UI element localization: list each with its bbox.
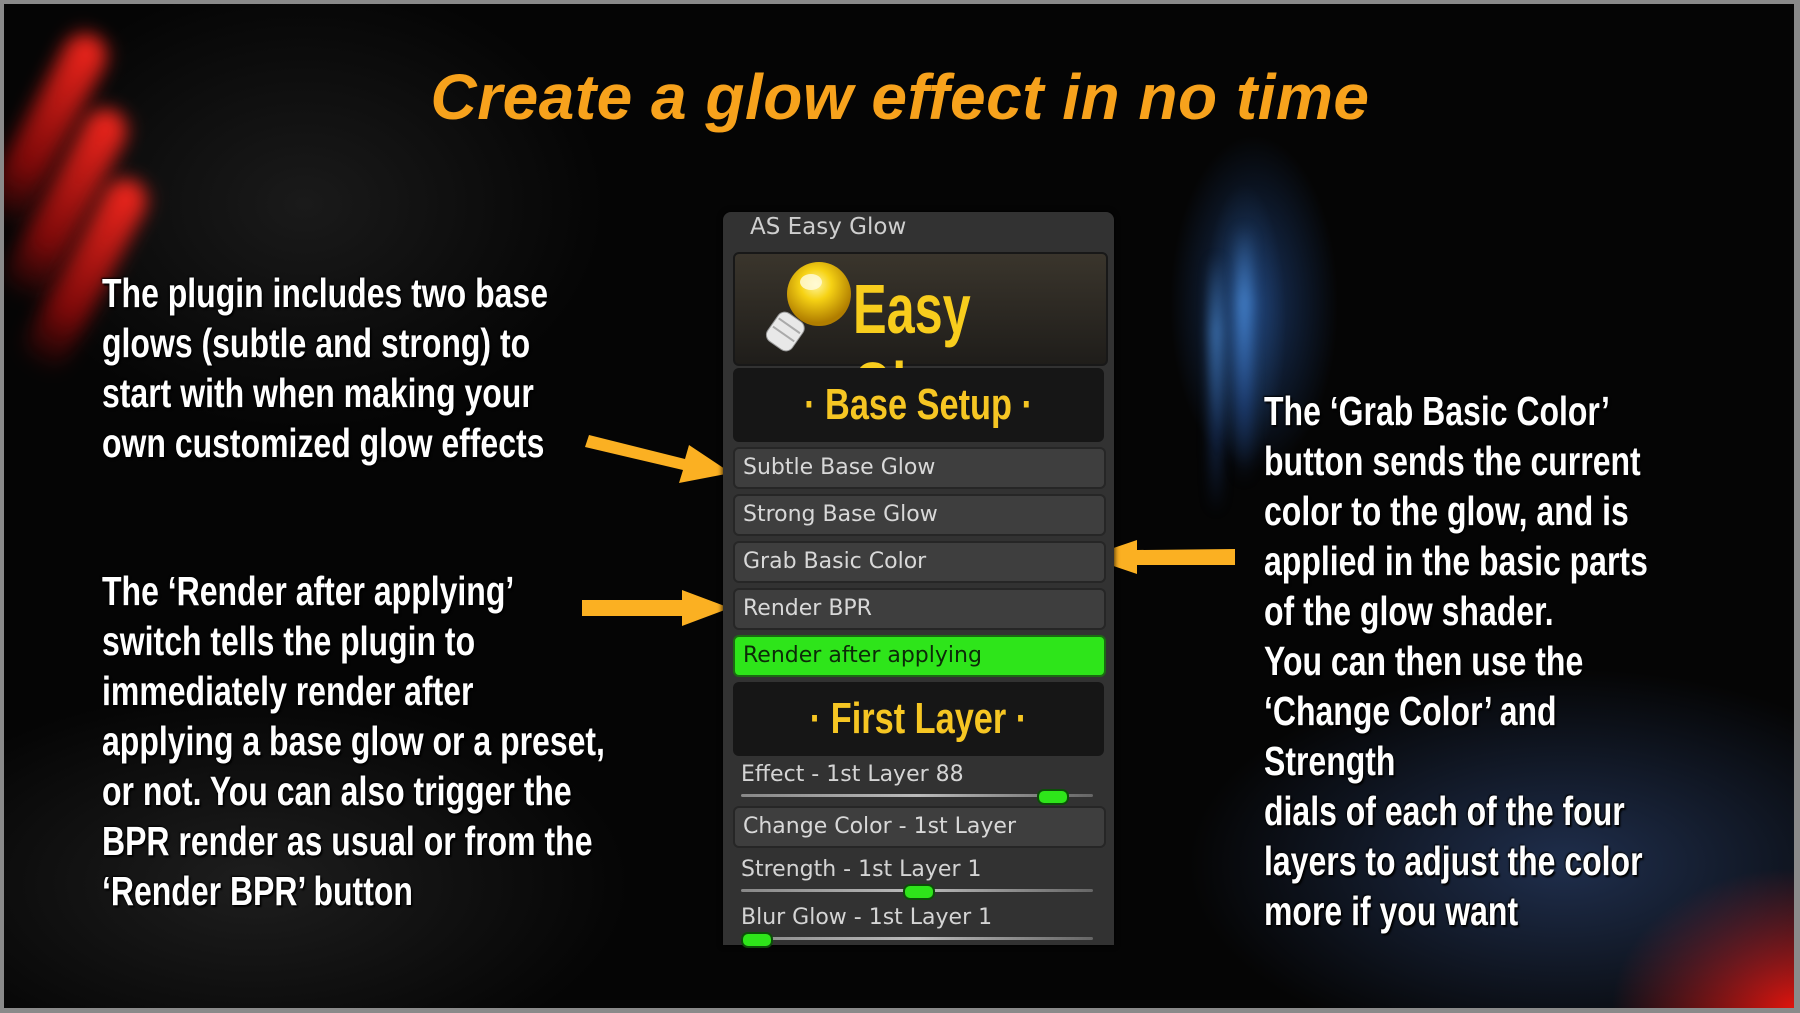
- slider-track[interactable]: [741, 789, 1093, 805]
- slider-value: 1: [967, 857, 982, 882]
- render-bpr-button[interactable]: Render BPR: [733, 588, 1106, 630]
- arrow-to-subtle-icon: [585, 435, 731, 483]
- slide-title: Create a glow effect in no time: [430, 61, 1370, 133]
- slider-knob[interactable]: [1036, 789, 1069, 805]
- change-color-button[interactable]: Change Color - 1st Layer: [733, 806, 1106, 848]
- subtle-base-glow-button[interactable]: Subtle Base Glow: [733, 447, 1106, 489]
- grab-basic-color-button[interactable]: Grab Basic Color: [733, 541, 1106, 583]
- section-header-first-layer: · First Layer ·: [733, 682, 1104, 756]
- easy-glow-plugin-panel: AS Easy Glow Easy Glow · Base Setup · Su…: [723, 212, 1114, 948]
- section-title: · First Layer ·: [809, 694, 1028, 743]
- blue-light-streak: [1236, 224, 1252, 484]
- strong-base-glow-button[interactable]: Strong Base Glow: [733, 494, 1106, 536]
- slider-label: Strength - 1st Layer 1: [741, 857, 982, 882]
- section-header-base-setup: · Base Setup ·: [733, 368, 1104, 442]
- blue-light-streak: [1210, 254, 1222, 514]
- caption-base-glows: The plugin includes two base glows (subt…: [102, 270, 548, 466]
- render-after-applying-toggle[interactable]: Render after applying: [733, 635, 1106, 677]
- easy-glow-logo: Easy Glow: [733, 252, 1108, 426]
- slider-label: Effect - 1st Layer 88: [741, 762, 964, 787]
- slider-knob[interactable]: [741, 932, 773, 948]
- slider-track[interactable]: [741, 932, 1093, 948]
- arrow-to-render-bpr-icon: [582, 590, 730, 626]
- panel-title: AS Easy Glow: [750, 214, 907, 240]
- slider-label: Blur Glow - 1st Layer 1: [741, 905, 993, 930]
- slider-track[interactable]: [741, 884, 1093, 900]
- lightbulb-icon: [765, 262, 851, 352]
- slider-value: 1: [978, 905, 993, 930]
- slider-knob[interactable]: [903, 884, 935, 900]
- slider-value: 88: [935, 762, 964, 787]
- caption-grab-color: The ‘Grab Basic Color’ button sends the …: [1264, 388, 1648, 934]
- section-title: · Base Setup ·: [804, 380, 1033, 429]
- caption-render-after: The ‘Render after applying’ switch tells…: [102, 568, 605, 914]
